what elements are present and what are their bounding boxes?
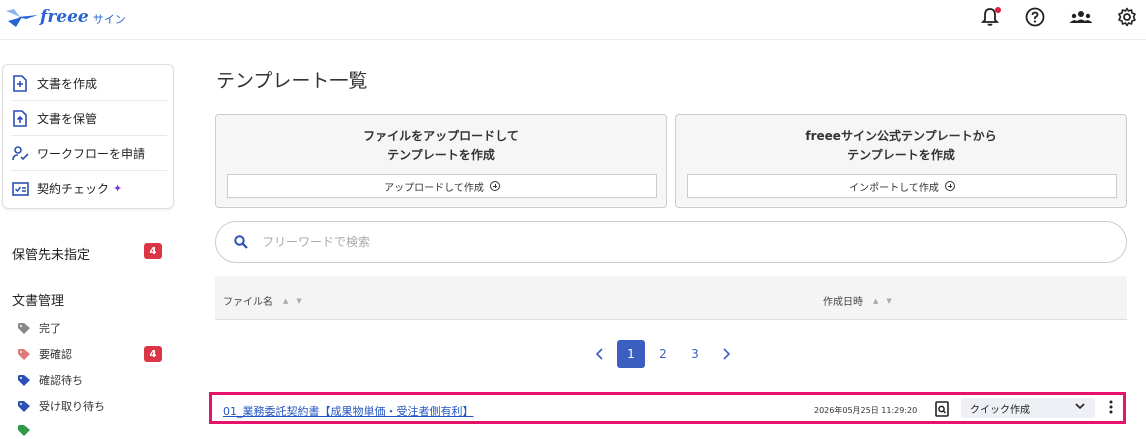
menu-item-label: 契約チェック [37,182,110,196]
column-created-at[interactable]: 作成日時 ▲▼ [823,293,900,309]
prev-page-button[interactable] [585,340,613,368]
contract-check-icon [11,180,29,198]
tag-awaiting-confirmation[interactable]: 確認待ち [18,371,83,389]
upload-card-title-line1: ファイルをアップロードして [363,129,519,143]
column-label: ファイル名 [223,297,273,308]
upload-card-title: ファイルをアップロードして テンプレートを作成 [216,127,666,165]
tag-label: 受け取り待ち [39,400,105,413]
quick-create-label: クイック作成 [970,404,1030,416]
bell-icon[interactable] [978,5,1002,29]
tag-icon [18,322,30,334]
help-icon[interactable] [1023,5,1047,29]
search-bar [215,221,1127,263]
page-1-button[interactable]: 1 [617,340,645,368]
docs-management-heading: 文書管理 [12,294,65,309]
notification-dot [995,7,1001,13]
upload-card-title-line2: テンプレートを作成 [387,148,495,162]
bird-logo-icon [6,9,38,27]
unassigned-storage-link[interactable]: 保管先未指定 [12,244,90,263]
tag-icon [18,374,30,386]
import-and-create-button[interactable]: インポートして作成 [687,174,1117,198]
tag-awaiting-receipt[interactable]: 受け取り待ち [18,397,105,415]
search-icon [234,235,248,249]
chevron-left-icon [595,348,603,360]
unassigned-count-badge: 4 [144,243,162,259]
workflow-icon [11,144,29,162]
page-2-button[interactable]: 2 [649,340,677,368]
tag-needs-review[interactable]: 要確認 [18,345,72,363]
gear-icon[interactable] [1115,5,1139,29]
import-template-card: freeeサイン公式テンプレートから テンプレートを作成 インポートして作成 [675,114,1127,208]
import-card-title: freeeサイン公式テンプレートから テンプレートを作成 [676,127,1126,165]
upload-button-label: アップロードして作成 [384,182,484,194]
tag-label: 確認待ち [39,374,83,387]
tag-icon [18,400,30,412]
tag-partial[interactable] [18,421,39,439]
plus-circle-icon [944,181,955,191]
upload-template-card: ファイルをアップロードして テンプレートを作成 アップロードして作成 [215,114,667,208]
created-at: 2026年05月25日 11:29:20 [814,406,918,415]
logo-text: freee [40,7,89,27]
pagination: 1 2 3 [585,340,745,368]
sort-arrows-icon[interactable]: ▲▼ [283,297,310,305]
menu-item-label: 文書を作成 [37,76,98,91]
plus-circle-icon [489,181,500,191]
tag-complete[interactable]: 完了 [18,319,61,337]
logo-subtext: サイン [92,12,126,26]
menu-contract-check[interactable]: 契約チェック ✦ [11,171,167,206]
app-logo[interactable]: freee サイン [4,3,126,31]
table-row: 01_業務委託契約書【成果物単価・受注者側有利】 2026年05月25日 11:… [209,392,1126,424]
page-3-button[interactable]: 3 [681,340,709,368]
column-label: 作成日時 [823,297,863,308]
chevron-right-icon [723,348,731,360]
import-card-title-line2: テンプレートを作成 [847,148,955,162]
menu-item-label: 文書を保管 [37,111,98,126]
action-menu-card: 文書を作成 文書を保管 ワークフローを申請 契約チェック ✦ [2,64,174,209]
sort-arrows-icon[interactable]: ▲▼ [873,297,900,305]
next-page-button[interactable] [713,340,741,368]
tag-label: 完了 [39,322,61,335]
menu-create-document[interactable]: 文書を作成 [11,66,167,101]
menu-apply-workflow[interactable]: ワークフローを申請 [11,136,167,171]
tag-icon [18,424,30,436]
top-header: freee サイン [0,0,1146,40]
page-title: テンプレート一覧 [216,70,368,92]
import-card-title-line1: freeeサイン公式テンプレートから [805,129,997,143]
team-icon[interactable] [1069,5,1093,29]
needs-review-count-badge: 4 [144,346,162,362]
menu-store-document[interactable]: 文書を保管 [11,101,167,136]
chevron-down-icon [1075,403,1085,410]
column-file-name[interactable]: ファイル名 ▲▼ [223,293,310,309]
quick-create-dropdown[interactable]: クイック作成 [961,398,1095,418]
file-plus-icon [11,74,29,92]
template-file-link[interactable]: 01_業務委託契約書【成果物単価・受注者側有利】 [223,403,474,419]
preview-icon[interactable] [935,401,949,417]
tag-label: 要確認 [39,348,72,361]
upload-and-create-button[interactable]: アップロードして作成 [227,174,657,198]
search-input[interactable] [262,235,1062,249]
file-upload-icon [11,109,29,127]
tag-icon [18,348,30,360]
sparkle-icon: ✦ [113,182,123,195]
more-options-icon[interactable] [1109,400,1113,414]
table-header: ファイル名 ▲▼ 作成日時 ▲▼ [215,276,1127,320]
menu-item-label: ワークフローを申請 [37,146,146,161]
import-button-label: インポートして作成 [849,182,939,194]
